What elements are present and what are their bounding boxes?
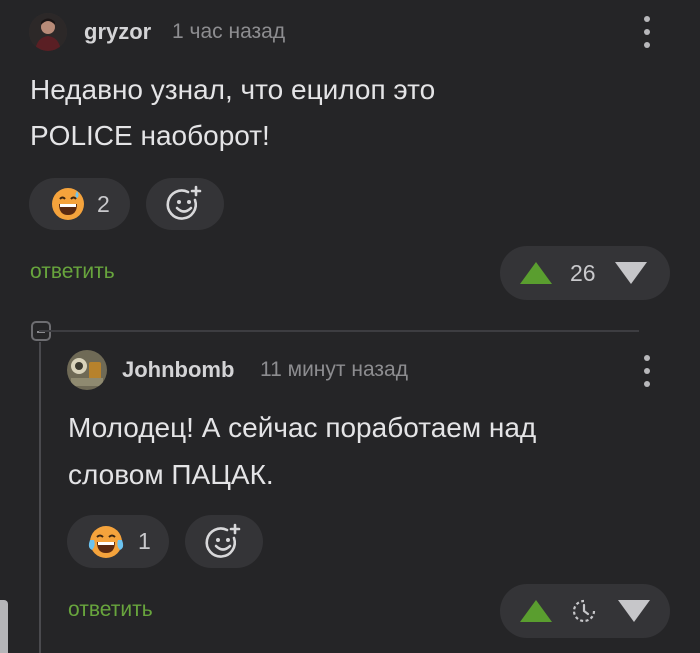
thread-line[interactable]: [39, 342, 41, 653]
avatar[interactable]: [29, 13, 67, 51]
downvote-arrow-icon[interactable]: [617, 599, 651, 623]
more-options-icon[interactable]: [643, 355, 651, 387]
comment-text-line: словом ПАЦАК.: [68, 459, 274, 490]
upvote-arrow-icon[interactable]: [519, 599, 553, 623]
rating-control: [500, 584, 670, 638]
add-reaction-button[interactable]: [185, 515, 263, 568]
reaction-button[interactable]: 1: [67, 515, 169, 568]
scrollbar[interactable]: [0, 600, 8, 653]
reaction-count: 1: [138, 528, 151, 554]
add-emoji-icon: [165, 184, 205, 224]
comment-timestamp: 11 минут назад: [260, 358, 408, 381]
reaction-button[interactable]: 2: [29, 178, 130, 230]
comment-text-line: Недавно узнал, что ецилоп это: [30, 74, 436, 105]
rating-control: 26: [500, 246, 670, 300]
add-emoji-icon: [204, 522, 244, 562]
author-name[interactable]: Johnbomb: [122, 357, 234, 383]
more-options-icon[interactable]: [643, 16, 651, 48]
reaction-count: 2: [97, 190, 110, 217]
comment-timestamp: 1 час назад: [172, 20, 286, 43]
upvote-arrow-icon[interactable]: [519, 261, 553, 285]
thread-branch: [39, 330, 639, 332]
reply-link[interactable]: ответить: [30, 260, 115, 284]
rating-pending-clock-icon: [570, 597, 598, 625]
add-reaction-button[interactable]: [146, 178, 224, 230]
avatar[interactable]: [67, 350, 107, 390]
grinning-sweat-emoji-icon: [51, 187, 85, 221]
comment-text-line: POLICE наоборот!: [30, 120, 270, 151]
tears-of-joy-emoji-icon: [88, 524, 124, 560]
comment-text-line: Молодец! А сейчас поработаем над: [68, 412, 537, 443]
rating-value: 26: [570, 259, 596, 286]
author-name[interactable]: gryzor: [84, 19, 151, 45]
downvote-arrow-icon[interactable]: [614, 261, 648, 285]
reply-link[interactable]: ответить: [68, 598, 153, 622]
